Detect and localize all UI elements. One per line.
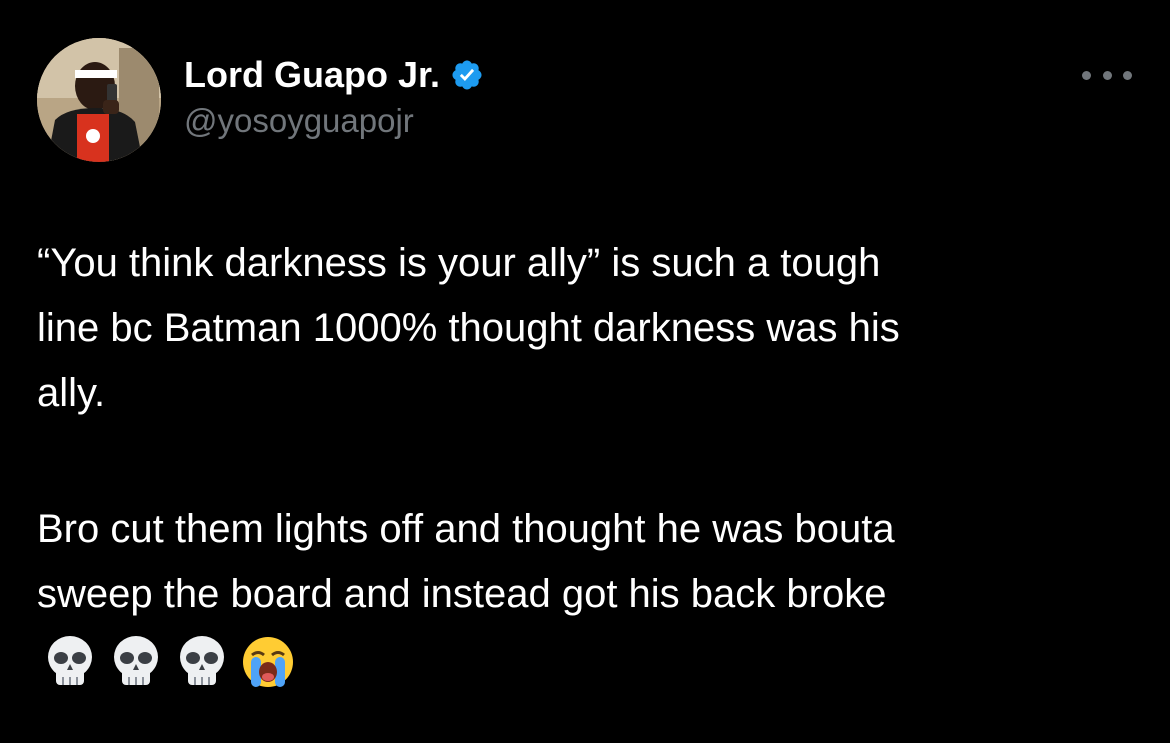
tweet-text-line: sweep the board and instead got his back… [37, 572, 887, 616]
tweet-author: Lord Guapo Jr. @yosoyguapojr [184, 52, 484, 140]
tweet-text-line: “You think darkness is your ally” is suc… [37, 241, 881, 285]
tweet-emojis [42, 633, 296, 691]
skull-emoji-icon [48, 636, 92, 685]
loudly-crying-face-icon [243, 637, 293, 687]
profile-photo-avatar[interactable] [37, 38, 161, 162]
more-options-icon[interactable] [1082, 62, 1132, 88]
tweet-text-line: line bc Batman 1000% thought darkness wa… [37, 306, 900, 350]
author-name-row[interactable]: Lord Guapo Jr. [184, 52, 484, 98]
author-display-name[interactable]: Lord Guapo Jr. [184, 54, 440, 96]
more-dot [1123, 70, 1132, 80]
tweet-text-paragraph: “You think darkness is your ally” is suc… [37, 231, 1137, 426]
tweet-card: Lord Guapo Jr. @yosoyguapojr “You think … [0, 0, 1170, 743]
tweet-text-paragraph: Bro cut them lights off and thought he w… [37, 497, 1137, 627]
skull-emoji-icon [180, 636, 224, 685]
author-handle[interactable]: @yosoyguapojr [184, 102, 484, 140]
verified-badge-icon[interactable] [450, 58, 484, 92]
more-dot [1102, 70, 1112, 80]
skull-emoji-icon [114, 636, 158, 685]
tweet-text-line: ally. [37, 371, 106, 415]
tweet-text-line: Bro cut them lights off and thought he w… [37, 507, 895, 551]
more-dot [1082, 70, 1091, 80]
